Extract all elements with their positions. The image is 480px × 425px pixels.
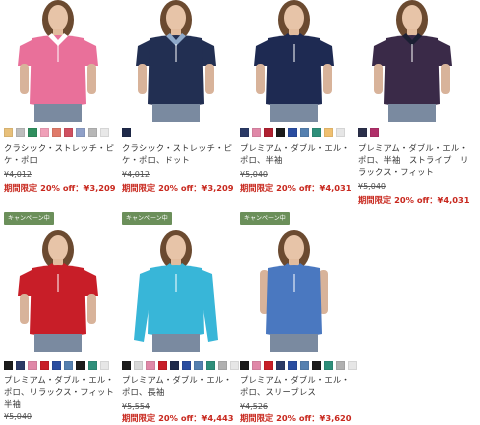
color-swatch[interactable] — [158, 361, 167, 370]
color-swatch[interactable] — [300, 361, 309, 370]
color-swatch[interactable] — [64, 361, 73, 370]
color-swatch[interactable] — [230, 361, 239, 370]
color-swatch[interactable] — [324, 361, 333, 370]
original-price: ¥5,554 — [122, 402, 150, 411]
model-illustration — [18, 0, 98, 122]
color-swatches — [122, 361, 239, 370]
color-swatches — [4, 128, 109, 137]
color-swatch[interactable] — [240, 128, 249, 137]
color-swatch[interactable] — [4, 361, 13, 370]
color-swatch[interactable] — [52, 128, 61, 137]
color-swatch[interactable] — [240, 361, 249, 370]
color-swatch[interactable] — [28, 361, 37, 370]
color-swatch[interactable] — [100, 128, 109, 137]
product-image[interactable] — [238, 230, 350, 352]
original-price: ¥4,526 — [240, 402, 268, 411]
color-swatch[interactable] — [64, 128, 73, 137]
color-swatch[interactable] — [288, 361, 297, 370]
color-swatch[interactable] — [52, 361, 61, 370]
campaign-badge: キャンペーン中 — [4, 212, 54, 225]
color-swatches — [358, 128, 379, 137]
color-swatch[interactable] — [264, 361, 273, 370]
model-illustration — [372, 0, 452, 122]
color-swatch[interactable] — [40, 361, 49, 370]
color-swatch[interactable] — [288, 128, 297, 137]
sale-price: 期間限定 20% off：¥4,031 — [358, 195, 470, 205]
model-illustration — [254, 0, 334, 122]
sale-price: 期間限定 20% off：¥3,209 — [4, 183, 116, 193]
color-swatch[interactable] — [122, 361, 131, 370]
color-swatch[interactable] — [76, 361, 85, 370]
model-illustration — [136, 0, 216, 122]
color-swatch[interactable] — [370, 128, 379, 137]
product-image[interactable] — [238, 0, 350, 122]
color-swatch[interactable] — [40, 128, 49, 137]
color-swatch[interactable] — [218, 361, 227, 370]
color-swatch[interactable] — [276, 361, 285, 370]
color-swatch[interactable] — [146, 361, 155, 370]
color-swatches — [4, 361, 109, 370]
color-swatch[interactable] — [194, 361, 203, 370]
color-swatch[interactable] — [312, 128, 321, 137]
color-swatch[interactable] — [264, 128, 273, 137]
color-swatch[interactable] — [312, 361, 321, 370]
color-swatch[interactable] — [276, 128, 285, 137]
product-name[interactable]: プレミアム・ダブル・エル・ポロ、スリーブレス — [240, 374, 352, 398]
color-swatches — [240, 361, 357, 370]
color-swatch[interactable] — [170, 361, 179, 370]
color-swatch[interactable] — [358, 128, 367, 137]
original-price: ¥4,012 — [4, 170, 32, 179]
color-swatch[interactable] — [76, 128, 85, 137]
product-name[interactable]: プレミアム・ダブル・エル・ポロ、長袖 — [122, 374, 234, 398]
product-name[interactable]: プレミアム・ダブル・エル・ポロ、リラックス・フィット 半袖 — [4, 374, 122, 410]
campaign-badge: キャンペーン中 — [122, 212, 172, 225]
color-swatch[interactable] — [28, 128, 37, 137]
color-swatch[interactable] — [16, 361, 25, 370]
model-illustration — [18, 230, 98, 352]
original-price: ¥5,040 — [240, 170, 268, 179]
sale-price: 期間限定 20% off：¥3,209 — [122, 183, 234, 193]
original-price: ¥5,040 — [358, 182, 386, 191]
color-swatch[interactable] — [252, 128, 261, 137]
model-illustration — [134, 230, 218, 352]
color-swatch[interactable] — [182, 361, 191, 370]
color-swatch[interactable] — [134, 361, 143, 370]
original-price: ¥5,040 — [4, 412, 32, 421]
color-swatch[interactable] — [336, 361, 345, 370]
color-swatches — [122, 128, 131, 137]
model-illustration — [260, 230, 328, 352]
color-swatch[interactable] — [252, 361, 261, 370]
product-image[interactable] — [2, 0, 114, 122]
color-swatch[interactable] — [88, 361, 97, 370]
sale-price: 期間限定 20% off：¥4,031 — [240, 183, 352, 193]
color-swatch[interactable] — [206, 361, 215, 370]
color-swatch[interactable] — [100, 361, 109, 370]
color-swatch[interactable] — [336, 128, 345, 137]
product-image[interactable] — [120, 0, 232, 122]
product-image[interactable] — [120, 230, 232, 352]
product-image[interactable] — [356, 0, 468, 122]
product-name[interactable]: プレミアム・ダブル・エル・ポロ、半袖 — [240, 142, 352, 166]
product-image[interactable] — [2, 230, 114, 352]
product-name[interactable]: クラシック・ストレッチ・ピケ・ポロ、ドット — [122, 142, 234, 166]
sale-price: 期間限定 20% off：¥4,443 — [122, 413, 234, 423]
color-swatch[interactable] — [300, 128, 309, 137]
color-swatch[interactable] — [88, 128, 97, 137]
original-price: ¥4,012 — [122, 170, 150, 179]
campaign-badge: キャンペーン中 — [240, 212, 290, 225]
product-name[interactable]: プレミアム・ダブル・エル・ポロ、半袖 ストライプ リラックス・フィット — [358, 142, 476, 178]
color-swatch[interactable] — [4, 128, 13, 137]
color-swatch[interactable] — [122, 128, 131, 137]
color-swatches — [240, 128, 345, 137]
color-swatch[interactable] — [324, 128, 333, 137]
color-swatch[interactable] — [348, 361, 357, 370]
color-swatch[interactable] — [16, 128, 25, 137]
product-name[interactable]: クラシック・ストレッチ・ピケ・ポロ — [4, 142, 116, 166]
sale-price: 期間限定 20% off：¥3,620 — [240, 413, 352, 423]
